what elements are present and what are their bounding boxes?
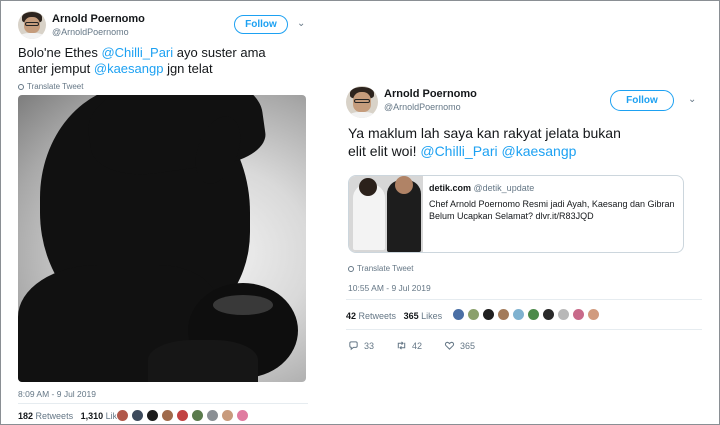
card-site: detik.com @detik_update xyxy=(429,183,535,193)
author-name[interactable]: Arnold Poernomo xyxy=(52,13,145,25)
retweet-icon xyxy=(397,341,406,350)
divider xyxy=(346,299,702,300)
author-handle[interactable]: @ArnoldPoernomo xyxy=(52,27,129,37)
tweet-actions: 33 42 365 xyxy=(348,340,497,351)
mention-link[interactable]: @kaesangp xyxy=(94,61,164,76)
mention-link[interactable]: @Chilli_Pari xyxy=(420,143,497,159)
tweet-timestamp[interactable]: 10:55 AM - 9 Jul 2019 xyxy=(348,283,431,293)
follow-button[interactable]: Follow xyxy=(234,15,288,34)
avatar[interactable] xyxy=(18,11,46,39)
card-description: Chef Arnold Poernomo Resmi jadi Ayah, Ka… xyxy=(429,199,675,222)
tweet-stats: 42 Retweets 365 Likes xyxy=(346,311,443,321)
mention-link[interactable]: @kaesangp xyxy=(501,143,576,159)
avatar[interactable] xyxy=(346,86,378,118)
divider xyxy=(346,329,702,330)
globe-icon xyxy=(18,84,24,90)
tweet-timestamp[interactable]: 8:09 AM - 9 Jul 2019 xyxy=(18,389,96,399)
chevron-down-icon[interactable]: ⌄ xyxy=(688,94,696,105)
mention-link[interactable]: @Chilli_Pari xyxy=(101,45,173,60)
reply-button[interactable]: 33 xyxy=(348,340,374,351)
tweet-photo[interactable] xyxy=(18,95,306,382)
tweet-left: Arnold Poernomo @ArnoldPoernomo Follow ⌄… xyxy=(10,5,316,425)
liker-avatars[interactable] xyxy=(116,409,249,422)
reply-icon xyxy=(349,341,358,351)
tweet-text: Ya maklum lah saya kan rakyat jelata buk… xyxy=(348,125,621,159)
card-thumbnail xyxy=(349,176,423,252)
translate-tweet-link[interactable]: Translate Tweet xyxy=(18,82,83,91)
author-name[interactable]: Arnold Poernomo xyxy=(384,88,477,100)
tweet-stats: 182 Retweets 1,310 Likes xyxy=(18,411,127,421)
tweet-right: Arnold Poernomo @ArnoldPoernomo Follow ⌄… xyxy=(336,80,714,370)
tweet-text: Bolo'ne Ethes @Chilli_Pari ayo suster am… xyxy=(18,45,266,77)
globe-icon xyxy=(348,266,354,272)
link-card[interactable]: detik.com @detik_update Chef Arnold Poer… xyxy=(348,175,684,253)
liker-avatars[interactable] xyxy=(452,308,600,321)
divider xyxy=(18,403,308,404)
chevron-down-icon[interactable]: ⌄ xyxy=(297,18,305,29)
retweet-button[interactable]: 42 xyxy=(396,340,422,351)
heart-icon xyxy=(444,341,455,350)
follow-button[interactable]: Follow xyxy=(610,90,674,111)
like-button[interactable]: 365 xyxy=(444,340,475,351)
translate-tweet-link[interactable]: Translate Tweet xyxy=(348,264,413,273)
author-handle[interactable]: @ArnoldPoernomo xyxy=(384,102,461,112)
